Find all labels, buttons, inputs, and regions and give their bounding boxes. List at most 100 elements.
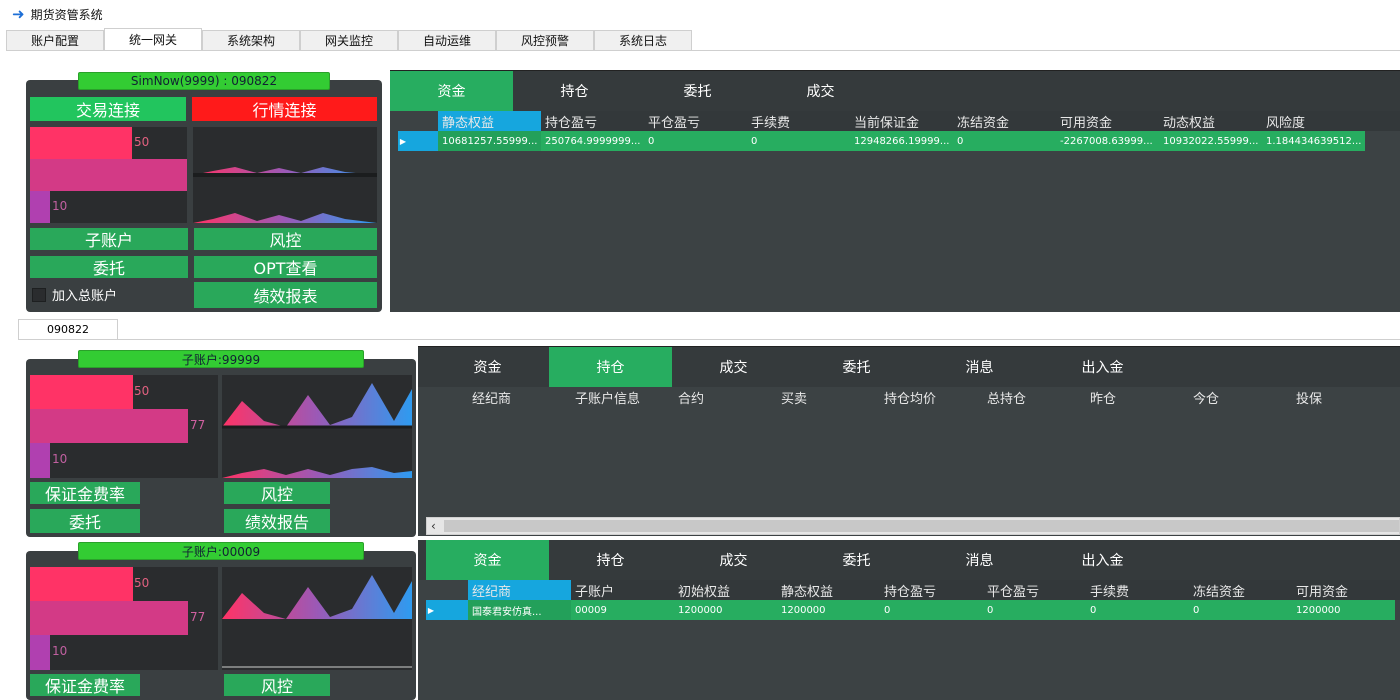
tab-risk-warning[interactable]: 风控预警 bbox=[496, 30, 594, 50]
cell[interactable]: 0 bbox=[983, 600, 1086, 620]
col-header[interactable]: 可用资金 bbox=[1056, 111, 1159, 131]
sub-risk-button[interactable]: 风控 bbox=[224, 482, 330, 504]
mid-tab-orders[interactable]: 委托 bbox=[795, 347, 918, 387]
area-lower bbox=[193, 213, 377, 223]
risk-control-button[interactable]: 风控 bbox=[194, 228, 377, 250]
tab-account-config[interactable]: 账户配置 bbox=[6, 30, 104, 50]
tab-090822[interactable]: 090822 bbox=[18, 319, 118, 339]
subaccount-bar-chart: 50 77 10 bbox=[30, 375, 218, 478]
col-header[interactable]: 持仓盈亏 bbox=[541, 111, 644, 131]
table-row[interactable]: 10681257.55999... 250764.9999999... 0 0 … bbox=[438, 131, 1365, 151]
cell[interactable]: 0 bbox=[644, 131, 747, 151]
cell[interactable]: 0 bbox=[1086, 600, 1189, 620]
cell[interactable]: 1.184434639512... bbox=[1262, 131, 1365, 151]
col-header[interactable]: 买卖 bbox=[777, 387, 880, 407]
col-header[interactable]: 持仓均价 bbox=[880, 387, 983, 407]
add-total-account[interactable]: 加入总账户 bbox=[32, 285, 117, 304]
col-header[interactable]: 动态权益 bbox=[1159, 111, 1262, 131]
col-header[interactable]: 风险度 bbox=[1262, 111, 1365, 131]
mid-tab-positions[interactable]: 持仓 bbox=[549, 347, 672, 387]
opt-view-button[interactable]: OPT查看 bbox=[194, 256, 377, 278]
top-tab-trades[interactable]: 成交 bbox=[759, 71, 882, 111]
margin-rate-button-2[interactable]: 保证金费率 bbox=[30, 674, 140, 696]
cell[interactable]: 0 bbox=[880, 600, 983, 620]
col-header[interactable]: 经纪商 bbox=[468, 580, 571, 600]
bottom-tab-funds[interactable]: 资金 bbox=[426, 540, 549, 580]
performance-report-button[interactable]: 绩效报表 bbox=[194, 282, 377, 308]
col-header[interactable]: 静态权益 bbox=[438, 111, 541, 131]
area-lower bbox=[222, 467, 412, 478]
cell[interactable]: -2267008.63999... bbox=[1056, 131, 1159, 151]
col-header[interactable]: 子账户 bbox=[571, 580, 674, 600]
scroll-left-icon[interactable]: ‹ bbox=[431, 519, 436, 533]
trade-connect-button[interactable]: 交易连接 bbox=[30, 97, 186, 121]
sub-order-button[interactable]: 委托 bbox=[30, 509, 140, 533]
col-header[interactable]: 冻结资金 bbox=[953, 111, 1056, 131]
tab-divider bbox=[6, 50, 1400, 51]
cell[interactable]: 0 bbox=[747, 131, 850, 151]
col-header[interactable]: 持仓盈亏 bbox=[880, 580, 983, 600]
mid-tab-messages[interactable]: 消息 bbox=[918, 347, 1041, 387]
tab-system-log[interactable]: 系统日志 bbox=[594, 30, 692, 50]
cell[interactable]: 1200000 bbox=[777, 600, 880, 620]
sub-bar-1 bbox=[30, 375, 133, 409]
cell[interactable]: 10932022.55999... bbox=[1159, 131, 1262, 151]
mid-tab-funds[interactable]: 资金 bbox=[426, 347, 549, 387]
add-total-account-checkbox[interactable] bbox=[32, 287, 46, 302]
scroll-thumb[interactable] bbox=[443, 520, 1399, 532]
col-header[interactable]: 总持仓 bbox=[983, 387, 1086, 407]
mid-tab-deposit-withdraw[interactable]: 出入金 bbox=[1041, 347, 1164, 387]
tab-system-architecture[interactable]: 系统架构 bbox=[202, 30, 300, 50]
col-header[interactable]: 今仓 bbox=[1189, 387, 1292, 407]
bottom-tab-deposit-withdraw[interactable]: 出入金 bbox=[1041, 540, 1164, 580]
cell[interactable]: 0 bbox=[1189, 600, 1292, 620]
horizontal-scrollbar[interactable]: ‹ bbox=[426, 517, 1400, 535]
bottom-tab-positions[interactable]: 持仓 bbox=[549, 540, 672, 580]
bottom-tab-trades[interactable]: 成交 bbox=[672, 540, 795, 580]
top-tab-positions[interactable]: 持仓 bbox=[513, 71, 636, 111]
col-header[interactable]: 初始权益 bbox=[674, 580, 777, 600]
col-header[interactable]: 投保 bbox=[1292, 387, 1395, 407]
top-tab-orders[interactable]: 委托 bbox=[636, 71, 759, 111]
bottom-grid-row[interactable]: ▶ 国泰君安仿真... 00009 1200000 1200000 0 0 0 … bbox=[426, 600, 1400, 620]
sub-risk-button-2[interactable]: 风控 bbox=[224, 674, 330, 696]
cell[interactable]: 250764.9999999... bbox=[541, 131, 644, 151]
col-header[interactable]: 平仓盈亏 bbox=[644, 111, 747, 131]
order-button[interactable]: 委托 bbox=[30, 256, 188, 278]
cell[interactable]: 国泰君安仿真... bbox=[468, 600, 571, 620]
col-header[interactable]: 手续费 bbox=[747, 111, 850, 131]
tab-auto-ops[interactable]: 自动运维 bbox=[398, 30, 496, 50]
col-header[interactable]: 平仓盈亏 bbox=[983, 580, 1086, 600]
col-header[interactable]: 合约 bbox=[674, 387, 777, 407]
bottom-tab-messages[interactable]: 消息 bbox=[918, 540, 1041, 580]
col-header[interactable]: 当前保证金 bbox=[850, 111, 953, 131]
tab-gateway-monitor[interactable]: 网关监控 bbox=[300, 30, 398, 50]
col-header[interactable]: 手续费 bbox=[1086, 580, 1189, 600]
top-tab-funds[interactable]: 资金 bbox=[390, 71, 513, 111]
mid-tab-trades[interactable]: 成交 bbox=[672, 347, 795, 387]
sub-area-svg bbox=[222, 383, 412, 478]
col-header[interactable]: 冻结资金 bbox=[1189, 580, 1292, 600]
top-grid-row[interactable]: ▶ 10681257.55999... 250764.9999999... 0 … bbox=[398, 131, 1400, 151]
sub-account-button[interactable]: 子账户 bbox=[30, 228, 188, 250]
cell[interactable]: 10681257.55999... bbox=[438, 131, 541, 151]
col-header[interactable]: 可用资金 bbox=[1292, 580, 1395, 600]
sub-report-button[interactable]: 绩效报告 bbox=[224, 509, 330, 533]
row-pointer-icon: ▶ bbox=[426, 600, 436, 620]
cell[interactable]: 00009 bbox=[571, 600, 674, 620]
quote-connect-button[interactable]: 行情连接 bbox=[192, 97, 377, 121]
bottom-tab-orders[interactable]: 委托 bbox=[795, 540, 918, 580]
col-header[interactable]: 静态权益 bbox=[777, 580, 880, 600]
bar-top bbox=[30, 127, 132, 159]
bottom-grid-header: 经纪商 子账户 初始权益 静态权益 持仓盈亏 平仓盈亏 手续费 冻结资金 可用资… bbox=[468, 580, 1400, 600]
cell[interactable]: 1200000 bbox=[674, 600, 777, 620]
cell[interactable]: 0 bbox=[953, 131, 1056, 151]
margin-rate-button[interactable]: 保证金费率 bbox=[30, 482, 140, 504]
cell[interactable]: 1200000 bbox=[1292, 600, 1395, 620]
cell[interactable]: 12948266.19999... bbox=[850, 131, 953, 151]
tab-unified-gateway[interactable]: 统一网关 bbox=[104, 28, 202, 50]
col-header[interactable]: 子账户信息 bbox=[571, 387, 674, 407]
table-row[interactable]: 国泰君安仿真... 00009 1200000 1200000 0 0 0 0 … bbox=[468, 600, 1395, 620]
col-header[interactable]: 昨仓 bbox=[1086, 387, 1189, 407]
col-header[interactable]: 经纪商 bbox=[468, 387, 571, 407]
